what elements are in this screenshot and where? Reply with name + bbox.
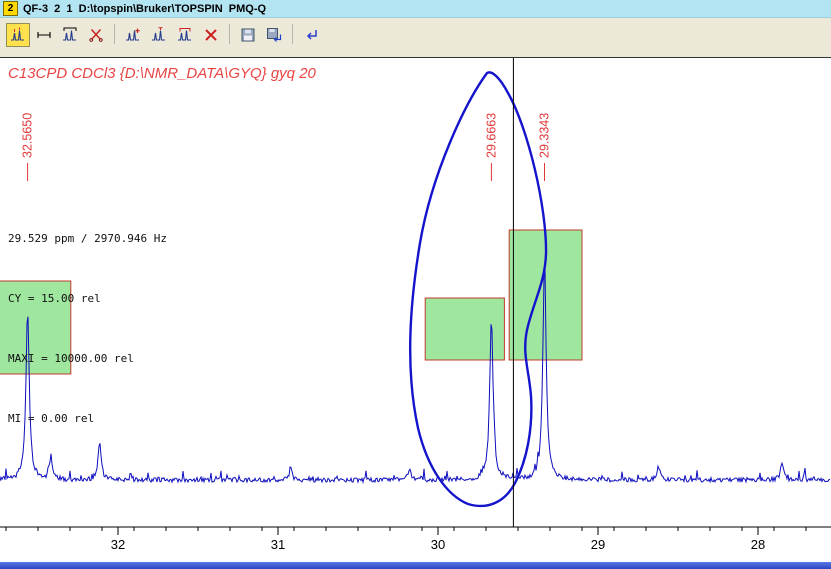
toolbar-separator <box>229 24 230 44</box>
peak-label: 29.6663 <box>484 113 498 158</box>
status-bar <box>0 562 831 569</box>
pick-peaks-in-range-button[interactable] <box>58 23 82 47</box>
return-button[interactable] <box>299 23 323 47</box>
delete-peaks-icon <box>88 27 104 43</box>
peak-pick-range-icon <box>62 27 78 43</box>
peak-label: 29.3343 <box>538 113 552 158</box>
save-button[interactable] <box>236 23 260 47</box>
toolbar-separator <box>292 24 293 44</box>
axis-tick-label: 30 <box>431 537 445 552</box>
axis-tick-label: 31 <box>271 537 285 552</box>
define-new-peak-range-button[interactable] <box>173 23 197 47</box>
pick-peak-manual-button[interactable] <box>147 23 171 47</box>
axis-tick-label: 32 <box>111 537 125 552</box>
spectrum-canvas[interactable]: 32.5650 29.6663 29.3343 32 31 30 29 28 C13CPD C… <box>0 57 831 562</box>
cursor-info-block: 29.529 ppm / 2970.946 Hz CY = 15.00 rel … <box>8 189 167 469</box>
axis-tick-label: 29 <box>591 537 605 552</box>
window-title: QF-3 2 1 D:\topspin\Bruker\TOPSPIN PMQ-Q <box>23 2 267 15</box>
save-and-return-button[interactable] <box>262 23 286 47</box>
pick-peaks-button[interactable] <box>6 23 30 47</box>
delete-all-peaks-icon <box>203 27 219 43</box>
mi-readout: MI = 0.00 rel <box>8 412 95 425</box>
save-return-icon <box>266 27 282 43</box>
window-number-badge: 2 <box>3 1 18 16</box>
pick-peak-manual-icon <box>151 27 167 43</box>
add-peak-icon <box>125 27 141 43</box>
toolbar-separator <box>114 24 115 44</box>
add-peak-button[interactable] <box>121 23 145 47</box>
peak-label: 32.5650 <box>21 113 35 158</box>
define-peak-range-button[interactable] <box>32 23 56 47</box>
save-icon <box>240 27 256 43</box>
peak-picking-toolbar <box>0 18 831 57</box>
delete-peaks-in-range-button[interactable] <box>84 23 108 47</box>
axis-tick-label: 28 <box>751 537 765 552</box>
cursor-position-readout: 29.529 ppm / 2970.946 Hz <box>8 232 167 245</box>
spectrum-title: C13CPD CDCl3 {D:\NMR_DATA\GYQ} gyq 20 <box>8 65 316 82</box>
maxi-readout: MAXI = 10000.00 rel <box>8 352 134 365</box>
topspin-window: 2 QF-3 2 1 D:\topspin\Bruker\TOPSPIN PMQ… <box>0 0 831 569</box>
define-range-icon <box>177 27 193 43</box>
peak-range-icon <box>36 27 52 43</box>
window-titlebar[interactable]: 2 QF-3 2 1 D:\topspin\Bruker\TOPSPIN PMQ… <box>0 0 831 18</box>
cy-readout: CY = 15.00 rel <box>8 292 101 305</box>
delete-all-peaks-button[interactable] <box>199 23 223 47</box>
peak-pick-icon <box>10 27 26 43</box>
return-icon <box>303 27 319 43</box>
